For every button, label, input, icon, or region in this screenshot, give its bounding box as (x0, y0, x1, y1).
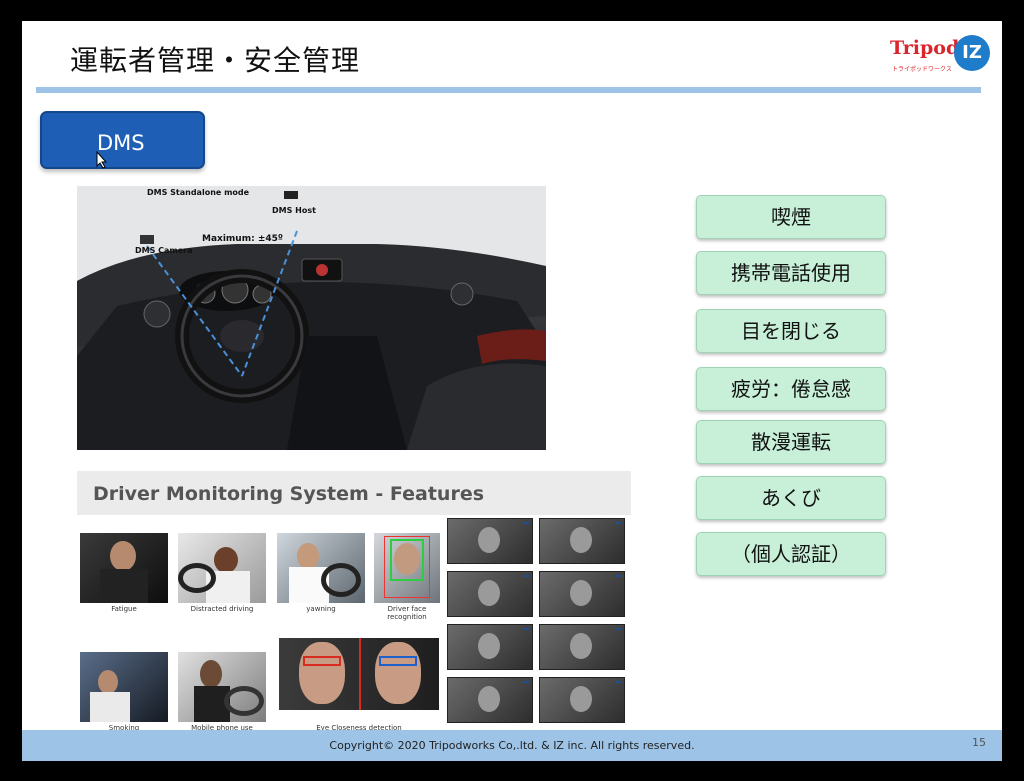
car-dashboard-illustration (77, 186, 546, 450)
slide: 運転者管理・安全管理 Tripod トライポッドワークス IZ DMS DMS … (22, 21, 1002, 761)
caption-distracted-driving: Distracted driving (190, 605, 254, 613)
tripod-logo-text: Tripod (890, 37, 960, 59)
ir-camera-frame-5 (447, 624, 533, 670)
feature-button-smoking[interactable]: 喫煙 (696, 195, 886, 239)
ir-camera-frame-6 (539, 624, 625, 670)
ir-camera-frame-1 (447, 518, 533, 564)
feature-button-yawning[interactable]: あくび (696, 476, 886, 520)
window-frame: 運転者管理・安全管理 Tripod トライポッドワークス IZ DMS DMS … (0, 0, 1024, 781)
ir-camera-frame-8 (539, 677, 625, 723)
tripod-logo-subtext: トライポッドワークス (892, 66, 952, 73)
yawning-photo (277, 533, 365, 603)
eye-closeness-photo (279, 638, 439, 710)
dms-standalone-label: DMS Standalone mode (147, 188, 250, 197)
feature-button-phone-use[interactable]: 携帯電話使用 (696, 251, 886, 295)
ir-camera-frame-3 (447, 571, 533, 617)
feature-button-eyes-closed[interactable]: 目を閉じる (696, 309, 886, 353)
company-logo: Tripod トライポッドワークス IZ (888, 31, 998, 81)
features-heading: Driver Monitoring System - Features (93, 483, 485, 505)
distracted-driving-photo (178, 533, 266, 603)
dms-features-panel: Driver Monitoring System - Features Fati… (77, 471, 631, 733)
caption-driver-face-recognition: Driver face recognition (387, 605, 427, 621)
slide-footer: Copyright© 2020 Tripodworks Co,.ltd. & I… (22, 730, 1002, 761)
dms-host-label: DMS Host (272, 206, 316, 215)
page-number: 15 (972, 736, 986, 749)
ir-camera-frame-2 (539, 518, 625, 564)
driver-face-recognition-photo (374, 533, 440, 603)
ir-camera-frame-4 (539, 571, 625, 617)
title-underline (36, 87, 981, 93)
maximum-angle-label: Maximum: ±45º (202, 234, 283, 244)
ir-camera-frame-7 (447, 677, 533, 723)
copyright-text: Copyright© 2020 Tripodworks Co,.ltd. & I… (329, 739, 695, 752)
feature-button-fatigue[interactable]: 疲労：倦怠感 (696, 367, 886, 411)
dms-camera-label: DMS Camera (135, 246, 193, 255)
car-interior-photo: DMS Standalone mode DMS Host DMS Camera … (77, 186, 546, 450)
iz-logo: IZ (954, 35, 990, 71)
page-title: 運転者管理・安全管理 (70, 44, 361, 77)
dms-button[interactable]: DMS (40, 111, 205, 169)
feature-button-distracted[interactable]: 散漫運転 (696, 420, 886, 464)
caption-fatigue: Fatigue (111, 605, 137, 613)
fatigue-photo (80, 533, 168, 603)
mouse-cursor-icon (96, 151, 108, 169)
smoking-photo (80, 652, 168, 722)
feature-button-identity[interactable]: （個人認証） (696, 532, 886, 576)
mobile-phone-use-photo (178, 652, 266, 722)
caption-yawning: yawning (306, 605, 336, 613)
features-header: Driver Monitoring System - Features (77, 471, 631, 515)
